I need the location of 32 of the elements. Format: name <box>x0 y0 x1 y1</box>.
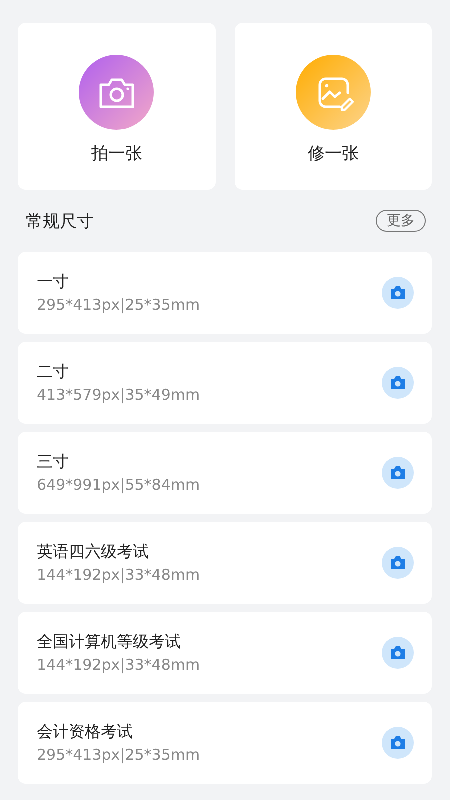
camera-icon[interactable] <box>382 547 414 579</box>
action-label: 拍一张 <box>91 142 142 164</box>
size-card[interactable]: 一寸 295*413px|25*35mm <box>18 252 432 334</box>
camera-icon[interactable] <box>382 277 414 309</box>
size-card[interactable]: 英语四六级考试 144*192px|33*48mm <box>18 522 432 604</box>
camera-icon[interactable] <box>382 367 414 399</box>
size-card[interactable]: 全国计算机等级考试 144*192px|33*48mm <box>18 612 432 694</box>
camera-icon[interactable] <box>382 727 414 759</box>
camera-icon[interactable] <box>382 637 414 669</box>
size-name: 一寸 <box>37 272 70 293</box>
size-spec: 649*991px|55*84mm <box>37 476 200 494</box>
section-title: 常规尺寸 <box>26 210 94 232</box>
action-card[interactable]: 拍一张 <box>18 23 216 190</box>
size-name: 会计资格考试 <box>37 722 134 743</box>
size-spec: 295*413px|25*35mm <box>37 296 200 314</box>
camera-icon <box>79 54 154 130</box>
size-spec: 295*413px|25*35mm <box>37 746 200 764</box>
size-name: 三寸 <box>37 452 70 473</box>
size-card[interactable]: 二寸 413*579px|35*49mm <box>18 342 432 424</box>
size-spec: 144*192px|33*48mm <box>37 566 200 584</box>
image-edit-icon <box>296 54 371 130</box>
action-label: 修一张 <box>308 142 359 164</box>
size-card[interactable]: 三寸 649*991px|55*84mm <box>18 432 432 514</box>
action-card[interactable]: 修一张 <box>234 23 432 190</box>
size-spec: 144*192px|33*48mm <box>37 656 200 674</box>
size-spec: 413*579px|35*49mm <box>37 386 200 404</box>
camera-icon[interactable] <box>382 457 414 489</box>
size-name: 二寸 <box>37 362 70 383</box>
size-name: 英语四六级考试 <box>37 542 150 563</box>
size-card[interactable]: 会计资格考试 295*413px|25*35mm <box>18 702 432 784</box>
size-name: 全国计算机等级考试 <box>37 632 182 653</box>
more-button[interactable]: 更多 <box>376 210 426 232</box>
